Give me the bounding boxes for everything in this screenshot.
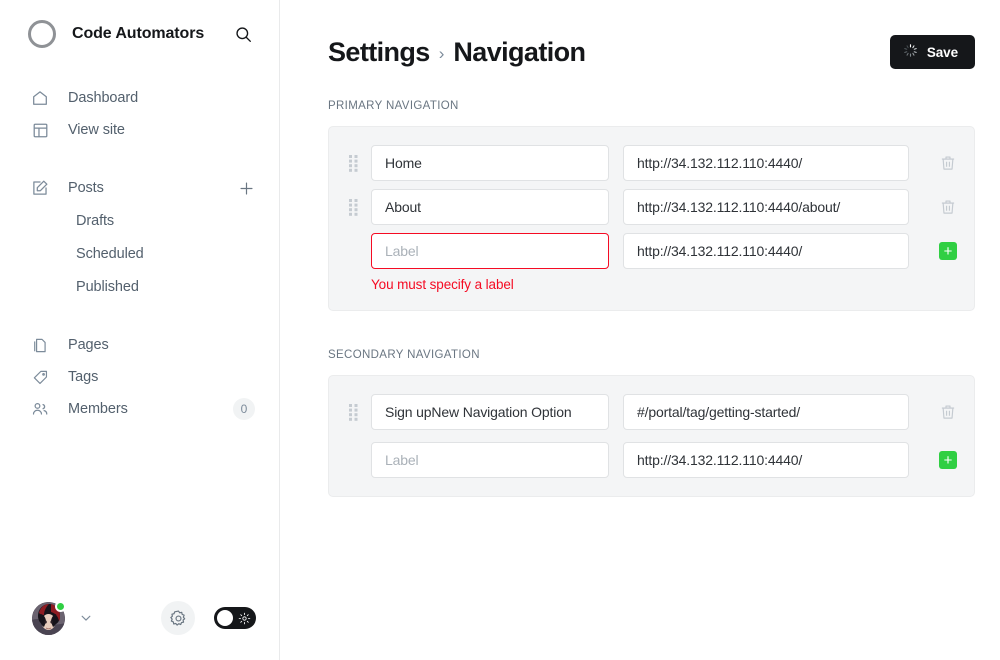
row-action	[923, 154, 957, 172]
brand-name: Code Automators	[72, 25, 205, 42]
nav-row-new: Label http://34.132.112.110:4440/ +	[346, 442, 957, 478]
toggle-knob	[217, 610, 233, 626]
add-row-button[interactable]: +	[939, 451, 957, 469]
sidebar-item-members[interactable]: Members 0	[0, 393, 279, 425]
secondary-navigation-panel: Sign upNew Navigation Option #/portal/ta…	[328, 375, 975, 497]
tag-icon	[30, 367, 50, 387]
nav-label-input[interactable]: Sign upNew Navigation Option	[371, 394, 609, 430]
sidebar-item-published[interactable]: Published	[0, 270, 279, 303]
pencil-square-icon	[30, 178, 50, 198]
members-count-badge: 0	[233, 398, 255, 420]
sidebar-item-label: Tags	[68, 369, 99, 385]
nav-row: Home http://34.132.112.110:4440/	[346, 145, 957, 181]
nav-url-input-new[interactable]: http://34.132.112.110:4440/	[623, 442, 909, 478]
main-content: Settings › Navigation Save PRIMARY NAVIG…	[280, 0, 1000, 660]
sidebar-subitem-label: Published	[76, 278, 139, 295]
sidebar-item-posts[interactable]: Posts	[0, 172, 279, 204]
sidebar-item-label: View site	[68, 122, 125, 138]
circle-logo-icon	[28, 20, 56, 48]
save-button[interactable]: Save	[889, 35, 975, 69]
sidebar-subitem-label: Drafts	[76, 212, 115, 229]
drag-handle-icon[interactable]	[346, 195, 360, 219]
status-online-indicator	[55, 600, 66, 612]
row-action	[923, 403, 957, 421]
sidebar-item-label: Dashboard	[68, 90, 139, 106]
drag-handle-placeholder	[346, 448, 360, 472]
breadcrumb-parent[interactable]: Settings	[328, 37, 430, 68]
pages-icon	[30, 335, 50, 355]
nav-row: About http://34.132.112.110:4440/about/	[346, 189, 957, 225]
nav-url-input[interactable]: http://34.132.112.110:4440/about/	[623, 189, 909, 225]
sidebar-item-label: Posts	[68, 180, 104, 196]
sidebar: Code Automators Dashboard View site Post…	[0, 0, 280, 660]
row-action: +	[923, 451, 957, 469]
sidebar-footer	[0, 598, 280, 638]
sidebar-group-posts: Posts Drafts Scheduled Published	[0, 172, 279, 303]
nav-url-input[interactable]: #/portal/tag/getting-started/	[623, 394, 909, 430]
app-root: Code Automators Dashboard View site Post…	[0, 0, 1000, 660]
drag-handle-placeholder	[346, 239, 360, 263]
nav-label-input-new[interactable]: Label	[371, 442, 609, 478]
gear-icon[interactable]	[161, 601, 195, 635]
members-icon	[30, 399, 50, 419]
sidebar-item-label: Pages	[68, 337, 109, 353]
chevron-right-icon: ›	[438, 43, 445, 63]
validation-error-message: You must specify a label	[371, 277, 514, 292]
sidebar-brand[interactable]: Code Automators	[0, 0, 279, 68]
trash-icon[interactable]	[939, 154, 957, 172]
plus-icon[interactable]	[237, 179, 255, 197]
sidebar-item-drafts[interactable]: Drafts	[0, 204, 279, 237]
secondary-navigation-title: SECONDARY NAVIGATION	[328, 349, 480, 361]
primary-navigation-title: PRIMARY NAVIGATION	[328, 100, 459, 112]
primary-navigation-panel: Home http://34.132.112.110:4440/ About h…	[328, 126, 975, 311]
spinner-icon	[903, 43, 918, 61]
sidebar-item-pages[interactable]: Pages	[0, 329, 279, 361]
nav-url-input-new[interactable]: http://34.132.112.110:4440/	[623, 233, 909, 269]
sidebar-item-tags[interactable]: Tags	[0, 361, 279, 393]
home-icon	[30, 88, 50, 108]
row-action: +	[923, 242, 957, 260]
sidebar-item-dashboard[interactable]: Dashboard	[0, 82, 279, 114]
layout-icon	[30, 120, 50, 140]
breadcrumb: Settings › Navigation	[328, 37, 890, 68]
sidebar-group-content: Pages Tags Members 0	[0, 329, 279, 425]
sidebar-item-view-site[interactable]: View site	[0, 114, 279, 146]
sidebar-item-label: Members	[68, 401, 128, 417]
save-button-label: Save	[926, 44, 958, 60]
sidebar-subitem-label: Scheduled	[76, 245, 144, 262]
nav-label-input[interactable]: About	[371, 189, 609, 225]
nav-row: Sign upNew Navigation Option #/portal/ta…	[346, 394, 957, 430]
search-icon[interactable]	[231, 22, 255, 46]
drag-handle-icon[interactable]	[346, 151, 360, 175]
nav-label-input-new[interactable]: Label	[371, 233, 609, 269]
sidebar-item-scheduled[interactable]: Scheduled	[0, 237, 279, 270]
chevron-down-icon[interactable]	[78, 610, 94, 626]
page-header: Settings › Navigation Save	[280, 0, 1000, 76]
drag-handle-icon[interactable]	[346, 400, 360, 424]
trash-icon[interactable]	[939, 198, 957, 216]
nav-label-input[interactable]: Home	[371, 145, 609, 181]
nav-url-input[interactable]: http://34.132.112.110:4440/	[623, 145, 909, 181]
avatar[interactable]	[32, 600, 66, 635]
sidebar-group-main: Dashboard View site	[0, 82, 279, 146]
add-row-button[interactable]: +	[939, 242, 957, 260]
row-action	[923, 198, 957, 216]
page-title: Navigation	[453, 36, 586, 67]
dark-mode-toggle[interactable]	[214, 607, 256, 629]
settings-content: PRIMARY NAVIGATION Home http://34.132.11…	[280, 76, 1000, 497]
sun-icon	[236, 610, 252, 626]
trash-icon[interactable]	[939, 403, 957, 421]
nav-row-new: Label http://34.132.112.110:4440/ +	[346, 233, 957, 269]
